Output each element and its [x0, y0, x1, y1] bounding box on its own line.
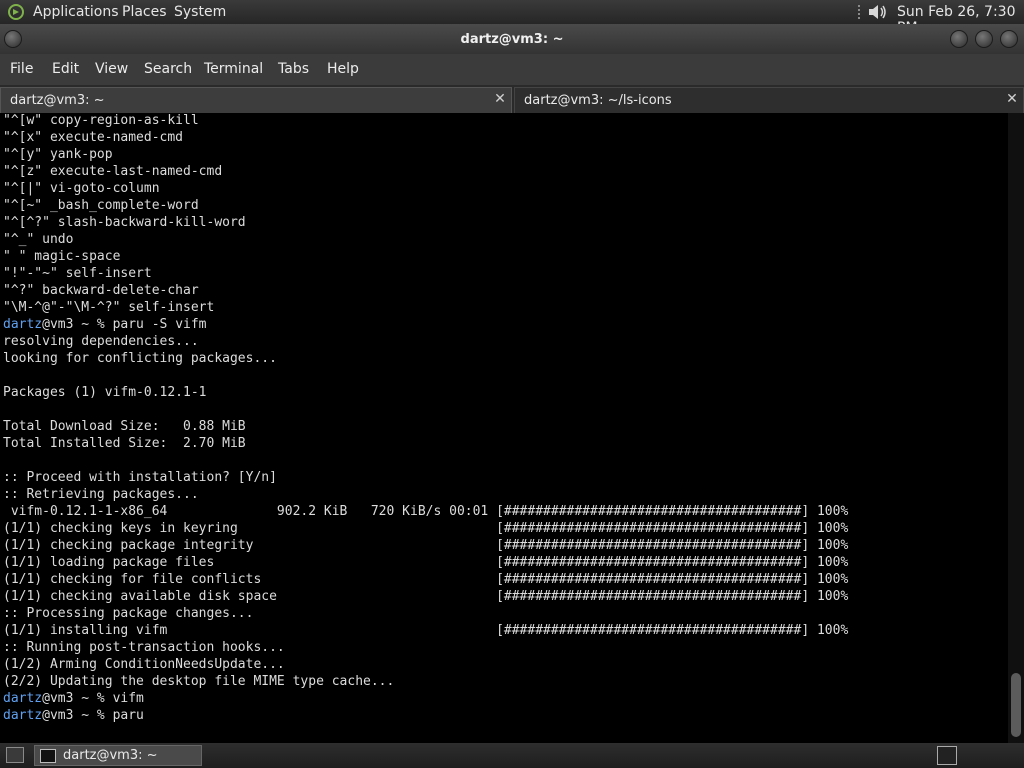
terminal-line: (1/1) checking for file conflicts [#####…: [3, 572, 849, 587]
menu-file[interactable]: File: [10, 61, 33, 77]
terminal-line: "^[y" yank-pop: [3, 147, 113, 162]
terminal-line: :: Processing package changes...: [3, 606, 254, 621]
terminal-line: dartz@vm3 ~ % paru -S vifm: [3, 317, 207, 332]
maximize-button[interactable]: [975, 30, 993, 48]
terminal-line: "^[|" vi-goto-column: [3, 181, 160, 196]
terminal-line: Total Download Size: 0.88 MiB: [3, 419, 246, 434]
terminal-line: vifm-0.12.1-1-x86_64 902.2 KiB 720 KiB/s…: [3, 504, 849, 519]
terminal-line: "^[x" execute-named-cmd: [3, 130, 184, 145]
workspace-switcher-icon[interactable]: [937, 746, 957, 765]
window-title: dartz@vm3: ~: [460, 32, 564, 47]
terminal-line: "^[w" copy-region-as-kill: [3, 113, 199, 128]
places-menu[interactable]: Places: [122, 4, 167, 20]
taskbar-window-button[interactable]: dartz@vm3: ~: [34, 745, 202, 766]
terminal-line: " " magic-space: [3, 249, 121, 264]
menu-help[interactable]: Help: [327, 61, 359, 77]
terminal-line: dartz@vm3 ~ % vifm: [3, 691, 144, 706]
terminal-line: (2/2) Updating the desktop file MIME typ…: [3, 674, 395, 689]
volume-icon[interactable]: [866, 2, 888, 22]
terminal-line: "\M-^@"-"\M-^?" self-insert: [3, 300, 215, 315]
top-panel: Applications Places System Sun Feb 26, 7…: [0, 0, 1024, 36]
tab-label: dartz@vm3: ~: [10, 93, 105, 108]
scrollbar-thumb[interactable]: [1011, 673, 1021, 737]
terminal-line: :: Proceed with installation? [Y/n]: [3, 470, 277, 485]
terminal-line: Total Installed Size: 2.70 MiB: [3, 436, 246, 451]
show-desktop-icon[interactable]: [6, 747, 24, 763]
terminal-line: dartz@vm3 ~ % paru: [3, 708, 144, 723]
terminal-line: "^?" backward-delete-char: [3, 283, 199, 298]
tab-label: dartz@vm3: ~/ls-icons: [524, 93, 672, 108]
menu-edit[interactable]: Edit: [52, 61, 79, 77]
terminal-line: (1/1) installing vifm [#################…: [3, 623, 849, 638]
terminal-output[interactable]: "^[w" copy-region-as-kill "^[x" execute-n…: [0, 113, 1008, 743]
tab-ls-icons[interactable]: dartz@vm3: ~/ls-icons ✕: [514, 87, 1024, 113]
terminal-scrollbar[interactable]: [1008, 113, 1024, 743]
system-menu[interactable]: System: [174, 4, 226, 20]
terminal-line: :: Running post-transaction hooks...: [3, 640, 285, 655]
terminal-line: (1/2) Arming ConditionNeedsUpdate...: [3, 657, 285, 672]
close-icon[interactable]: ✕: [493, 92, 507, 106]
terminal-line: (1/1) checking package integrity [######…: [3, 538, 849, 553]
taskbar-window-label: dartz@vm3: ~: [63, 748, 158, 763]
terminal-line: "^[~" _bash_complete-word: [3, 198, 199, 213]
tab-bar: dartz@vm3: ~ ✕ dartz@vm3: ~/ls-icons ✕: [0, 85, 1024, 113]
terminal-line: "^[^?" slash-backward-kill-word: [3, 215, 246, 230]
tab-home[interactable]: dartz@vm3: ~ ✕: [0, 87, 512, 113]
menu-view[interactable]: View: [95, 61, 128, 77]
distro-logo-icon[interactable]: [6, 3, 26, 21]
terminal-line: "^_" undo: [3, 232, 74, 247]
terminal-line: (1/1) checking available disk space [###…: [3, 589, 849, 604]
close-button[interactable]: [1000, 30, 1018, 48]
window-titlebar[interactable]: dartz@vm3: ~: [0, 24, 1024, 54]
close-icon[interactable]: ✕: [1005, 92, 1019, 106]
notification-area-icon[interactable]: [855, 3, 863, 21]
terminal-line: :: Retrieving packages...: [3, 487, 199, 502]
minimize-button[interactable]: [950, 30, 968, 48]
menubar: File Edit View Search Terminal Tabs Help: [0, 54, 1024, 85]
menu-terminal[interactable]: Terminal: [204, 61, 263, 77]
menu-tabs[interactable]: Tabs: [278, 61, 309, 77]
terminal-line: resolving dependencies...: [3, 334, 199, 349]
menu-search[interactable]: Search: [144, 61, 192, 77]
terminal-line: "^[z" execute-last-named-cmd: [3, 164, 223, 179]
terminal-line: (1/1) loading package files [###########…: [3, 555, 849, 570]
terminal-line: (1/1) checking keys in keyring [########…: [3, 521, 849, 536]
terminal-icon: [40, 749, 56, 763]
terminal-line: Packages (1) vifm-0.12.1-1: [3, 385, 207, 400]
terminal-line: "!"-"~" self-insert: [3, 266, 152, 281]
bottom-panel: dartz@vm3: ~: [0, 743, 1024, 768]
applications-menu[interactable]: Applications: [33, 4, 119, 20]
terminal-line: looking for conflicting packages...: [3, 351, 277, 366]
